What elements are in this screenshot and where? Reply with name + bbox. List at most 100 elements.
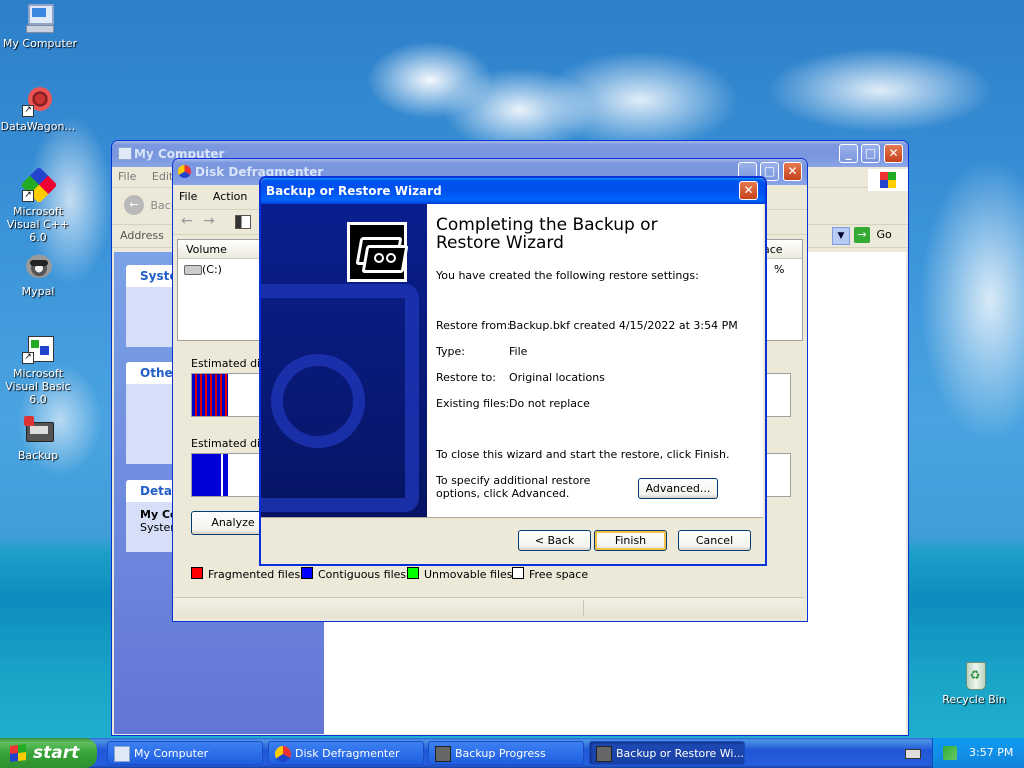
visual-basic-icon: ↗ <box>22 332 54 364</box>
desktop-icon-label: Backup <box>17 449 59 462</box>
desktop-icon-label: Microsoft Visual C++ 6.0 <box>6 205 70 244</box>
defrag-icon <box>275 746 291 762</box>
desktop-icon-recycle-bin[interactable]: ♻ Recycle Bin <box>934 658 1014 706</box>
keyboard-icon[interactable] <box>905 749 921 759</box>
settings-value: Backup.bkf created 4/15/2022 at 3:54 PM <box>509 319 738 332</box>
task-label: My Computer <box>134 747 209 760</box>
fragmentation-map-before <box>192 374 228 416</box>
desktop-icon-label: DataWagon… <box>0 120 76 133</box>
wizard-banner <box>261 204 427 517</box>
backup-icon <box>435 746 451 762</box>
close-button[interactable]: ✕ <box>783 162 802 181</box>
desktop-icon-label: Recycle Bin <box>942 693 1006 706</box>
menu-file[interactable]: File <box>179 190 197 203</box>
finish-note: To close this wizard and start the resto… <box>436 448 730 461</box>
legend-unmovable: Unmovable files <box>407 567 513 581</box>
forward-arrow-icon[interactable]: → <box>203 213 215 229</box>
close-button[interactable]: ✕ <box>739 181 758 200</box>
clock[interactable]: 3:57 PM <box>969 738 1013 768</box>
desktop-icon-mypal[interactable]: Mypal <box>0 250 78 298</box>
desktop-icon-label: My Computer <box>2 37 78 50</box>
close-icon: ✕ <box>743 183 754 197</box>
desktop-icon-backup[interactable]: Backup <box>0 414 78 462</box>
settings-label: Restore to: <box>436 371 496 384</box>
computer-icon <box>24 2 56 34</box>
system-tray: 3:57 PM <box>932 738 1024 768</box>
settings-value: File <box>509 345 528 358</box>
menu-action[interactable]: Action <box>213 190 247 203</box>
desktop-icon-label: Mypal <box>21 285 55 298</box>
fragmentation-map-after <box>192 454 228 496</box>
task-label: Backup or Restore Wi... <box>616 747 744 760</box>
wizard-intro: You have created the following restore s… <box>436 269 699 282</box>
task-label: Disk Defragmenter <box>295 747 400 760</box>
maximize-button[interactable]: □ <box>861 144 880 163</box>
start-button[interactable]: start <box>0 738 97 768</box>
back-button[interactable]: < Back <box>518 530 591 551</box>
menu-edit[interactable]: Edit <box>152 170 173 183</box>
legend-fragmented: Fragmented files <box>191 567 300 581</box>
address-label: Address <box>120 229 164 242</box>
settings-value: Do not replace <box>509 397 590 410</box>
defrag-title-icon <box>178 165 191 178</box>
back-arrow-icon[interactable]: ← <box>181 213 193 229</box>
wizard-heading: Completing the Backup or Restore Wizard <box>436 215 658 253</box>
back-button[interactable]: ← Back <box>124 195 177 215</box>
show-hide-tree-icon[interactable] <box>235 215 251 229</box>
computer-icon <box>114 746 130 762</box>
settings-value: Original locations <box>509 371 605 384</box>
tray-network-icon[interactable] <box>943 746 957 760</box>
close-button[interactable]: ✕ <box>884 144 903 163</box>
task-label: Backup Progress <box>455 747 546 760</box>
legend-label: Free space <box>529 568 589 581</box>
advanced-note: To specify additional restore options, c… <box>436 474 591 500</box>
volume-percent: % <box>774 263 785 276</box>
settings-label: Existing files: <box>436 397 510 410</box>
backup-icon <box>596 746 612 762</box>
wizard-titlebar[interactable]: Backup or Restore Wizard ✕ <box>261 178 765 204</box>
cancel-button[interactable]: Cancel <box>678 530 751 551</box>
wizard-title: Backup or Restore Wizard <box>266 184 442 198</box>
desktop-icon-visual-cpp[interactable]: ↗ Microsoft Visual C++ 6.0 <box>0 166 78 244</box>
my-computer-title-icon <box>118 147 132 160</box>
go-button[interactable]: → Go <box>854 227 892 243</box>
datawagon-icon: ↗ <box>22 85 54 117</box>
finish-button[interactable]: Finish <box>594 530 667 551</box>
desktop-icon-visual-basic[interactable]: ↗ Microsoft Visual Basic 6.0 <box>0 332 78 406</box>
close-icon: ✕ <box>888 146 899 160</box>
backup-tape-icon <box>347 222 409 282</box>
wizard-content: Completing the Backup or Restore Wizard … <box>427 204 763 517</box>
legend-free-space: Free space <box>512 567 588 581</box>
legend-swatch <box>512 567 524 579</box>
task-disk-defragmenter[interactable]: Disk Defragmenter <box>268 741 424 765</box>
task-backup-restore-wizard[interactable]: Backup or Restore Wi... <box>589 741 745 765</box>
visual-cpp-icon: ↗ <box>20 166 58 204</box>
menu-file[interactable]: File <box>118 170 136 183</box>
task-my-computer[interactable]: My Computer <box>107 741 263 765</box>
recycle-bin-icon: ♻ <box>958 658 990 690</box>
legend-label: Fragmented files <box>208 568 301 581</box>
settings-label: Restore from: <box>436 319 511 332</box>
minimize-icon: _ <box>845 146 852 160</box>
legend-label: Unmovable files <box>424 568 513 581</box>
wizard-window[interactable]: Backup or Restore Wizard ✕ Completing th… <box>259 176 767 566</box>
legend-label: Contiguous files <box>318 568 407 581</box>
settings-label: Type: <box>436 345 465 358</box>
legend-swatch <box>191 567 203 579</box>
column-volume[interactable]: Volume <box>186 243 227 256</box>
advanced-button[interactable]: Advanced... <box>638 478 718 499</box>
desktop-icon-my-computer[interactable]: My Computer <box>0 2 80 50</box>
minimize-button[interactable]: _ <box>839 144 858 163</box>
mypal-icon <box>22 250 54 282</box>
defrag-statusbar <box>175 597 803 618</box>
backup-icon <box>22 414 54 446</box>
back-arrow-icon: ← <box>124 195 144 215</box>
drive-icon <box>184 265 202 275</box>
task-backup-progress[interactable]: Backup Progress <box>428 741 584 765</box>
desktop-icon-datawagon[interactable]: ↗ DataWagon… <box>0 85 78 133</box>
go-label: Go <box>876 228 892 241</box>
address-dropdown-button[interactable]: ▼ <box>832 227 850 245</box>
legend-contiguous: Contiguous files <box>301 567 406 581</box>
windows-flag-icon <box>10 744 26 762</box>
wizard-divider <box>261 517 763 518</box>
